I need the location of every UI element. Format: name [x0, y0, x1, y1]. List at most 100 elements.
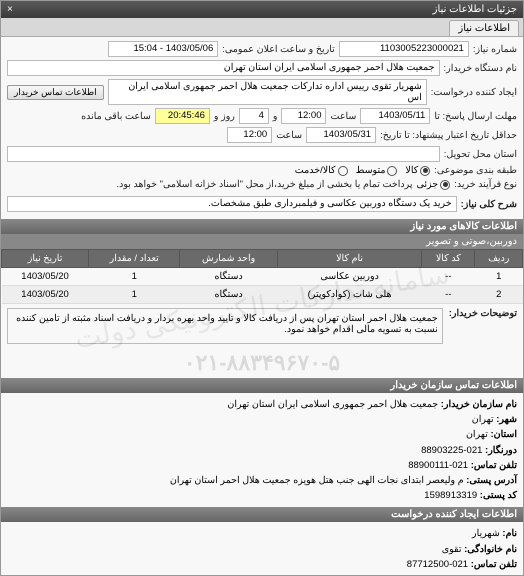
contact-city-label: شهر: [496, 414, 517, 425]
announce-label: تاریخ و ساعت اعلان عمومی: [222, 44, 335, 55]
creator-fname-label: نام: [502, 528, 517, 539]
radio-dot-icon [440, 180, 450, 190]
contact-phone: 021-88900111 [408, 460, 468, 471]
contact-addr-label: آدرس پستی: [466, 475, 517, 486]
goods-table: ردیف کد کالا نام کالا واحد شمارش تعداد /… [1, 249, 523, 304]
col-unit: واحد شمارش [180, 250, 278, 268]
process-radio-group: جزئی [417, 179, 451, 190]
radio-dot-icon [338, 166, 348, 176]
cell: 1 [475, 268, 523, 286]
creator-block: نام: شهریار نام خانوادگی: تقوی تلفن تماس… [1, 522, 523, 575]
col-code: کد کالا [422, 250, 475, 268]
cell: 1 [89, 286, 180, 304]
requester-field: شهریار تقوی رییس اداره تدارکات جمعیت هلا… [108, 79, 427, 105]
contact-state: تهران [466, 429, 488, 440]
cell: هلی شات (کوادکوپتر) [277, 286, 421, 304]
request-no-label: شماره نیاز: [473, 44, 517, 55]
deadline-date-field: 1403/05/11 [360, 108, 430, 124]
creator-lname: تقوی [442, 544, 462, 555]
packaging-radio-group: کالا متوسط کالا/خدمت [295, 165, 430, 176]
validity-time-field: 12:00 [227, 127, 272, 143]
cell: -- [422, 268, 475, 286]
service-radio[interactable]: کالا/خدمت [295, 165, 348, 176]
goods-category: دوربین،صوتی و تصویر [1, 234, 523, 249]
days-remain-field: 4 [239, 108, 269, 124]
packaging-label: طبقه بندی موضوعی: [434, 165, 517, 176]
phone-watermark: ۰۲۱-۸۸۳۴۹۶۷۰-۵ [1, 350, 523, 376]
window-title: جزئیات اطلاعات نیاز [433, 4, 517, 15]
table-row: 1 -- دوربین عکاسی دستگاه 1 1403/05/20 [2, 268, 523, 286]
partial-radio[interactable]: جزئی [417, 179, 451, 190]
form-section: شماره نیاز: 1103005223000021 تاریخ و ساع… [1, 37, 523, 219]
desc-label: شرح کلی نیاز: [461, 199, 517, 210]
days-remain-label: روز و [214, 111, 235, 122]
validity-label: حداقل تاریخ اعتبار پیشنهاد: تا تاریخ: [380, 130, 517, 141]
cell: 2 [475, 286, 523, 304]
contact-postcode: 1598913319 [424, 490, 477, 501]
creator-phone-label: تلفن تماس: [471, 559, 517, 570]
time-remain-label: ساعت باقی مانده [81, 111, 151, 122]
time-label-2: ساعت [276, 130, 302, 141]
announce-field: 1403/05/06 - 15:04 [108, 41, 218, 57]
buyer-org-field: جمعیت هلال احمر جمهوری اسلامی ایران استا… [7, 60, 440, 76]
radio-dot-icon [420, 166, 430, 176]
goods-section-header: اطلاعات کالاهای مورد نیاز [1, 219, 523, 234]
cell: دستگاه [180, 268, 278, 286]
contact-fax-label: دورنگار: [485, 445, 517, 456]
cell: -- [422, 286, 475, 304]
explain-box: جمعیت هلال احمر استان تهران پس از دریافت… [7, 308, 443, 344]
and-label: و [273, 111, 278, 122]
contact-state-label: استان: [490, 429, 517, 440]
service-radio-label: کالا/خدمت [295, 165, 336, 176]
requester-label: ایجاد کننده درخواست: [431, 87, 517, 98]
deadline-time-field: 12:00 [281, 108, 326, 124]
cell: 1403/05/20 [2, 268, 89, 286]
deadline-label: مهلت ارسال پاسخ: تا [434, 111, 517, 122]
tabbar: اطلاعات نیاز [1, 18, 523, 37]
contact-phone-label: تلفن تماس: [471, 460, 517, 471]
medium-radio-label: متوسط [356, 165, 386, 176]
cell: 1403/05/20 [2, 286, 89, 304]
process-note: پرداخت تمام یا بخشی از مبلغ خرید،از محل … [7, 179, 413, 190]
time-label-1: ساعت [330, 111, 356, 122]
contact-fax: 021-88903225 [421, 445, 482, 456]
table-row: 2 -- هلی شات (کوادکوپتر) دستگاه 1 1403/0… [2, 286, 523, 304]
contact-section-header: اطلاعات تماس سازمان خریدار [1, 378, 523, 393]
contact-org: جمعیت هلال احمر جمهوری اسلامی ایران استا… [227, 399, 438, 410]
content: سامانه تدارکات الکترونیکی دولت شماره نیا… [1, 37, 523, 575]
contact-block: نام سازمان خریدار: جمعیت هلال احمر جمهور… [1, 393, 523, 507]
delivery-state-field [7, 146, 440, 162]
request-no-field: 1103005223000021 [339, 41, 469, 57]
cell: دستگاه [180, 286, 278, 304]
contact-postcode-label: کد پستی: [480, 490, 517, 501]
contact-city: تهران [472, 414, 494, 425]
cell: 1 [89, 268, 180, 286]
tab-info[interactable]: اطلاعات نیاز [449, 20, 519, 36]
buyer-org-label: نام دستگاه خریدار: [444, 63, 518, 74]
process-label: نوع فرآیند خرید: [454, 179, 517, 190]
contact-addr: م ولیعصر ابتدای نجات الهی جنب هتل هویزه … [170, 475, 464, 486]
creator-section-header: اطلاعات ایجاد کننده درخواست [1, 507, 523, 522]
col-date: تاریخ نیاز [2, 250, 89, 268]
goods-radio-label: کالا [405, 165, 418, 176]
col-qty: تعداد / مقدار [89, 250, 180, 268]
desc-field: خرید یک دستگاه دوربین عکاسی و فیلمبرداری… [7, 196, 457, 212]
creator-phone: 021-87712500 [407, 559, 468, 570]
medium-radio[interactable]: متوسط [356, 165, 398, 176]
notes: توضیحات خریدار: جمعیت هلال احمر استان ته… [1, 304, 523, 348]
window: جزئیات اطلاعات نیاز × اطلاعات نیاز سامان… [0, 0, 524, 576]
creator-lname-label: نام خانوادگی: [464, 544, 517, 555]
partial-radio-label: جزئی [417, 179, 439, 190]
delivery-state-label: استان محل تحویل: [444, 149, 517, 160]
col-row: ردیف [475, 250, 523, 268]
titlebar: جزئیات اطلاعات نیاز × [1, 1, 523, 18]
validity-date-field: 1403/05/31 [306, 127, 376, 143]
contact-org-label: نام سازمان خریدار: [441, 399, 517, 410]
cell: دوربین عکاسی [277, 268, 421, 286]
contact-buyer-button[interactable]: اطلاعات تماس خریدار [7, 85, 104, 100]
time-remain-field: 20:45:46 [155, 108, 210, 124]
col-name: نام کالا [277, 250, 421, 268]
goods-radio[interactable]: کالا [405, 165, 430, 176]
close-icon[interactable]: × [7, 4, 13, 15]
radio-dot-icon [387, 166, 397, 176]
